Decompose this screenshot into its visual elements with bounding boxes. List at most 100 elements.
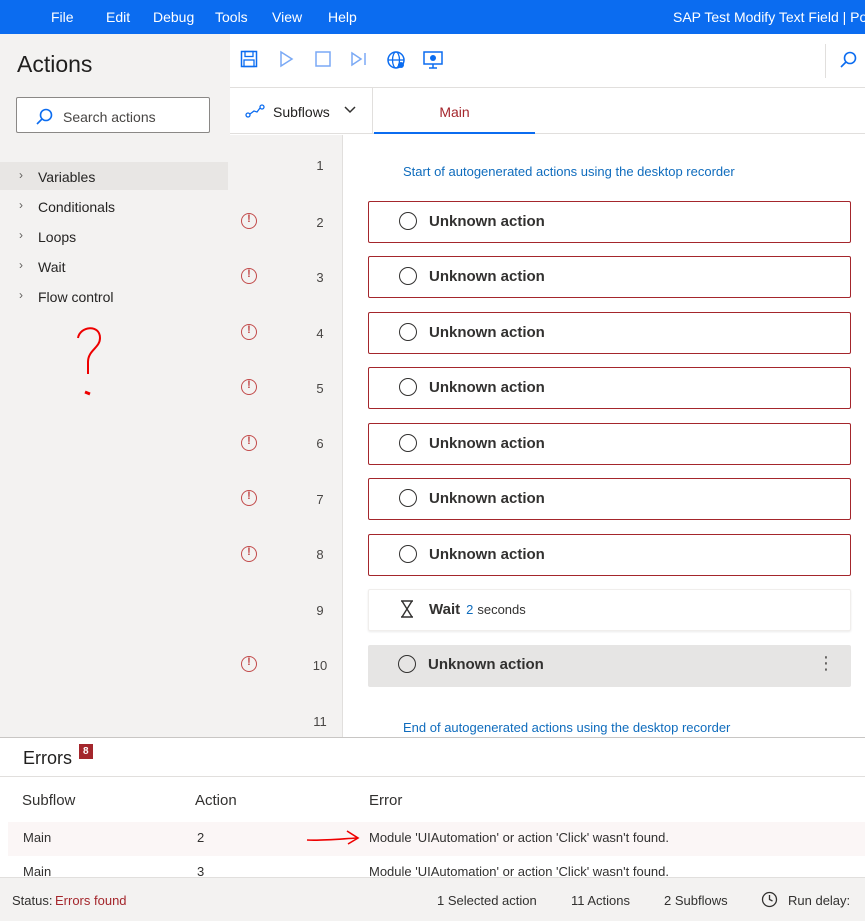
action-name: Unknown action <box>429 490 545 507</box>
search-icon <box>36 108 53 125</box>
search-icon[interactable] <box>838 50 858 70</box>
line-number: 6 <box>316 436 324 451</box>
action-name: Unknown action <box>429 213 545 230</box>
stop-icon[interactable] <box>314 50 332 68</box>
flow-action[interactable]: Unknown action <box>368 367 851 409</box>
chevron-right-icon: › <box>19 228 23 242</box>
actions-count: 11 Actions <box>571 893 631 908</box>
error-icon[interactable] <box>241 435 257 451</box>
step-icon[interactable] <box>350 50 368 68</box>
search-actions-input[interactable]: Search actions <box>16 97 210 133</box>
unknown-action-icon <box>399 323 417 341</box>
category-wait[interactable]: › Wait <box>0 252 228 280</box>
unknown-action-icon <box>398 655 416 673</box>
errors-count-badge: 8 <box>79 744 93 759</box>
status-label: Status: <box>12 893 53 908</box>
run-delay-label[interactable]: Run delay: <box>788 893 850 908</box>
wait-value: 2 <box>466 602 474 617</box>
web-recorder-icon[interactable] <box>386 50 406 70</box>
toolbar-divider <box>825 44 826 78</box>
chevron-down-icon <box>344 106 356 114</box>
category-flow-control[interactable]: › Flow control <box>0 282 228 310</box>
tab-main-label: Main <box>439 104 470 120</box>
line-number: 7 <box>316 492 324 507</box>
category-loops[interactable]: › Loops <box>0 222 228 250</box>
menu-view[interactable]: View <box>272 9 302 25</box>
unknown-action-icon <box>399 378 417 396</box>
category-label: Flow control <box>38 289 114 305</box>
menu-file[interactable]: File <box>51 9 74 25</box>
flow-action[interactable]: Unknown action <box>368 423 851 465</box>
flow-action[interactable]: Unknown action <box>368 312 851 354</box>
category-variables[interactable]: › Variables <box>0 162 228 190</box>
line-number: 2 <box>316 215 324 230</box>
error-icon[interactable] <box>241 268 257 284</box>
actions-pane: Actions Search actions › Variables › Con… <box>0 34 230 737</box>
subflows-dropdown[interactable]: Subflows <box>230 88 373 134</box>
menu-tools[interactable]: Tools <box>215 9 248 25</box>
category-label: Wait <box>38 259 66 275</box>
flow-action-selected[interactable]: Unknown action ⋮ <box>368 645 851 687</box>
error-message: Module 'UIAutomation' or action 'Click' … <box>369 864 669 878</box>
question-mark-annotation <box>77 327 102 396</box>
column-header-subflow[interactable]: Subflow <box>22 792 75 809</box>
flow-action[interactable]: Unknown action <box>368 256 851 298</box>
action-name: Unknown action <box>429 435 545 452</box>
run-icon[interactable] <box>278 50 294 68</box>
window-title: SAP Test Modify Text Field | Pow <box>673 9 865 25</box>
action-name: Wait 2 seconds <box>429 601 526 618</box>
menu-help[interactable]: Help <box>328 9 357 25</box>
error-icon[interactable] <box>241 213 257 229</box>
error-icon[interactable] <box>241 656 257 672</box>
wait-label: Wait <box>429 601 461 618</box>
action-name: Unknown action <box>429 324 545 341</box>
column-header-error[interactable]: Error <box>369 792 402 809</box>
line-number: 3 <box>316 270 324 285</box>
unknown-action-icon <box>399 212 417 230</box>
flow-action[interactable]: Unknown action <box>368 534 851 576</box>
action-name: Unknown action <box>428 656 544 673</box>
error-icon[interactable] <box>241 379 257 395</box>
error-icon[interactable] <box>241 324 257 340</box>
chevron-right-icon: › <box>19 168 23 182</box>
menu-debug[interactable]: Debug <box>153 9 194 25</box>
error-row[interactable]: Main 3 Module 'UIAutomation' or action '… <box>8 856 865 878</box>
error-icon[interactable] <box>241 490 257 506</box>
category-label: Variables <box>38 169 96 185</box>
subflows-icon <box>245 104 265 118</box>
subflows-label: Subflows <box>273 104 330 120</box>
save-icon[interactable] <box>240 50 258 68</box>
error-icon[interactable] <box>241 546 257 562</box>
errors-title: Errors <box>23 748 72 768</box>
wait-action[interactable]: Wait 2 seconds <box>368 589 851 631</box>
selected-actions-count: 1 Selected action <box>437 893 537 908</box>
action-name: Unknown action <box>429 379 545 396</box>
line-number: 11 <box>313 714 327 729</box>
wait-unit: seconds <box>477 602 526 617</box>
unknown-action-icon <box>399 489 417 507</box>
flow-action[interactable]: Unknown action <box>368 478 851 520</box>
unknown-action-icon <box>399 267 417 285</box>
status-value[interactable]: Errors found <box>55 893 127 908</box>
error-row[interactable]: Main 2 Module 'UIAutomation' or action '… <box>8 822 865 856</box>
line-number: 10 <box>312 658 328 673</box>
desktop-recorder-icon[interactable] <box>422 50 444 70</box>
errors-panel: Errors 8 Subflow Action Error Main 2 Mod… <box>0 737 865 878</box>
column-header-action[interactable]: Action <box>195 792 237 809</box>
arrow-annotation <box>306 830 360 845</box>
end-comment[interactable]: End of autogenerated actions using the d… <box>403 720 730 735</box>
start-comment[interactable]: Start of autogenerated actions using the… <box>403 164 735 179</box>
more-options-icon[interactable]: ⋮ <box>817 653 835 674</box>
actions-title: Actions <box>17 51 93 77</box>
line-number: 1 <box>316 158 324 173</box>
menu-edit[interactable]: Edit <box>106 9 130 25</box>
designer-toolbar <box>230 34 865 88</box>
tab-main[interactable]: Main <box>374 88 535 134</box>
error-message: Module 'UIAutomation' or action 'Click' … <box>369 830 669 845</box>
flow-action[interactable]: Unknown action <box>368 201 851 243</box>
error-action: 2 <box>197 830 205 845</box>
chevron-right-icon: › <box>19 258 23 272</box>
category-conditionals[interactable]: › Conditionals <box>0 192 228 220</box>
hourglass-icon <box>401 600 413 618</box>
line-number: 9 <box>316 603 324 618</box>
